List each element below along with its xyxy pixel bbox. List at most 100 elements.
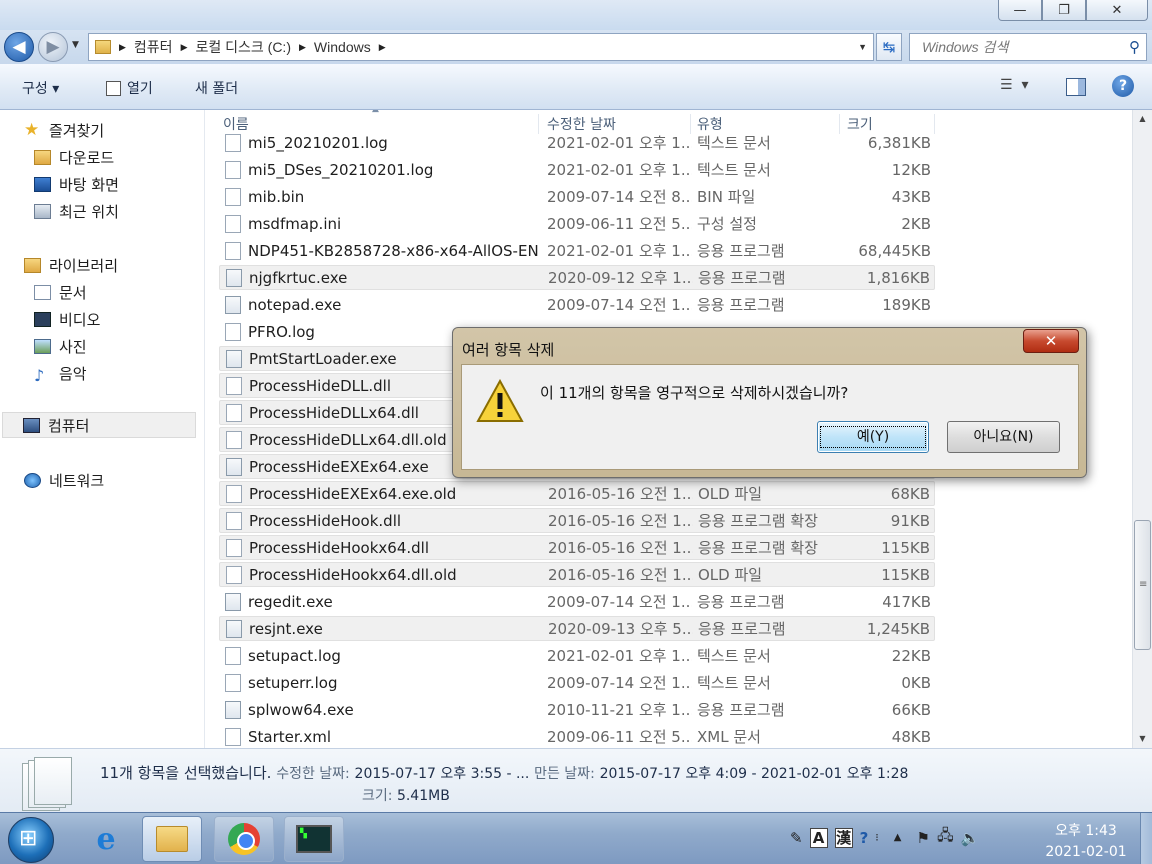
restore-button[interactable]: ❐: [1042, 0, 1086, 21]
hanja-icon[interactable]: 漢: [834, 827, 853, 848]
ime-options-icon[interactable]: ⁝: [875, 831, 879, 844]
table-row[interactable]: ProcessHideHookx64.dll 2016-05-16 오전 1...…: [219, 535, 935, 560]
chevron-right-icon[interactable]: ▶: [119, 42, 126, 53]
nav-desktop[interactable]: 바탕 화면: [34, 171, 119, 197]
nav-label: 즐겨찾기: [49, 121, 105, 140]
table-row[interactable]: ProcessHideHook.dll 2016-05-16 오전 1... 응용 …: [219, 508, 935, 533]
scroll-up-arrow[interactable]: ▲: [1133, 110, 1152, 128]
scroll-thumb[interactable]: ≡: [1134, 520, 1151, 650]
table-row[interactable]: ProcessHideHookx64.dll.old 2016-05-16 오전 …: [219, 562, 935, 587]
scroll-down-arrow[interactable]: ▼: [1133, 730, 1152, 748]
file-stack-layer: [34, 757, 72, 805]
nav-recent[interactable]: 최근 위치: [34, 198, 119, 224]
refresh-button[interactable]: ↹: [876, 33, 902, 61]
action-center-flag-icon[interactable]: ⚑: [916, 829, 929, 847]
address-bar[interactable]: ▶ 컴퓨터 ▶ 로컬 디스크 (C:) ▶ Windows ▶ ▼: [88, 33, 874, 61]
breadcrumb-windows[interactable]: Windows: [314, 39, 371, 55]
yes-button[interactable]: 예(Y): [817, 421, 929, 453]
table-row[interactable]: msdfmap.ini 2009-06-11 오전 5... 구성 설정 2KB: [219, 211, 935, 236]
application-file-icon: [226, 268, 242, 287]
file-icon: [226, 403, 242, 422]
clock[interactable]: 오후 1:43 2021-02-01: [1040, 821, 1132, 863]
volume-icon[interactable]: 🔈: [961, 829, 980, 847]
file-icon: [226, 565, 242, 584]
nav-videos[interactable]: 비디오: [34, 306, 100, 332]
nav-music[interactable]: ♪ 음악: [34, 360, 87, 386]
breadcrumb-computer[interactable]: 컴퓨터: [134, 37, 173, 57]
table-row[interactable]: mi5_20210201.log 2021-02-01 오후 1... 텍스트 문서…: [219, 130, 935, 155]
new-folder-button[interactable]: 새 폴더: [195, 78, 238, 98]
table-row[interactable]: njgfkrtuc.exe 2020-09-12 오후 1... 응용 프로그램 1,…: [219, 265, 935, 290]
nav-network[interactable]: 네트워크: [24, 467, 104, 493]
chevron-right-icon[interactable]: ▶: [379, 42, 386, 53]
address-dropdown-icon[interactable]: ▼: [858, 42, 867, 52]
table-row[interactable]: mib.bin 2009-07-14 오전 8... BIN 파일 43KB: [219, 184, 935, 209]
table-row[interactable]: resjnt.exe 2020-09-13 오후 5... 응용 프로그램 1,245…: [219, 616, 935, 641]
modified-label: 수정한 날짜:: [276, 766, 350, 782]
table-row[interactable]: regedit.exe 2009-07-14 오전 1... 응용 프로그램 417K…: [219, 589, 935, 614]
file-name: ProcessHideEXEx64.exe.old: [249, 484, 457, 503]
table-row[interactable]: notepad.exe 2009-07-14 오전 1... 응용 프로그램 189K…: [219, 292, 935, 317]
nav-computer[interactable]: 컴퓨터: [2, 412, 196, 438]
application-file-icon: [225, 295, 241, 314]
taskbar-chrome-button[interactable]: [214, 816, 274, 862]
dialog-body: 이 11개의 항목을 영구적으로 삭제하시겠습니까? 예(Y) 아니요(N): [461, 364, 1079, 470]
file-type: XML 문서: [697, 728, 761, 746]
search-icon[interactable]: ⚲: [1129, 38, 1140, 56]
table-row[interactable]: Starter.xml 2009-06-11 오전 5... XML 문서 48KB: [219, 724, 935, 748]
minimize-button[interactable]: —: [998, 0, 1042, 21]
help-icon[interactable]: ?: [1112, 75, 1134, 97]
breadcrumb-local-disk[interactable]: 로컬 디스크 (C:): [195, 37, 291, 57]
start-button[interactable]: ⊞: [8, 817, 54, 863]
close-button[interactable]: ✕: [1086, 0, 1148, 21]
language-bar-icon[interactable]: ✎: [790, 829, 803, 847]
table-row[interactable]: setuperr.log 2009-07-14 오전 1... 텍스트 문서 0KB: [219, 670, 935, 695]
file-type: 텍스트 문서: [697, 161, 771, 179]
search-input[interactable]: Windows 검색 ⚲: [909, 33, 1147, 61]
back-button[interactable]: ◀: [4, 32, 34, 62]
file-icon: [226, 511, 242, 530]
file-type: 응용 프로그램 확장: [698, 512, 818, 530]
nav-favorites[interactable]: ★ 즐겨찾기: [24, 117, 104, 143]
nav-downloads[interactable]: 다운로드: [34, 144, 114, 170]
view-options-icon[interactable]: ☰ ▾: [1000, 77, 1028, 93]
nav-label: 문서: [59, 283, 87, 302]
nav-pictures[interactable]: 사진: [34, 333, 87, 359]
dialog-close-button[interactable]: ✕: [1023, 329, 1079, 353]
table-row[interactable]: setupact.log 2021-02-01 오후 1... 텍스트 문서 22KB: [219, 643, 935, 668]
chevron-right-icon[interactable]: ▶: [181, 42, 188, 53]
table-row[interactable]: ProcessHideEXEx64.exe.old 2016-05-16 오전 1…: [219, 481, 935, 506]
recent-pages-dropdown[interactable]: ▼: [72, 40, 79, 50]
nav-label: 사진: [59, 337, 87, 356]
network-status-icon[interactable]: 🖧: [937, 825, 954, 850]
chrome-icon: [228, 823, 260, 855]
internet-explorer-icon: e: [96, 821, 116, 857]
file-date: 2009-07-14 오전 1...: [547, 593, 692, 611]
chevron-right-icon[interactable]: ▶: [299, 42, 306, 53]
library-icon: [24, 257, 41, 273]
application-file-icon: [226, 457, 242, 476]
file-icon: [225, 214, 241, 233]
organize-button[interactable]: 구성 ▾: [22, 78, 59, 98]
table-row[interactable]: mi5_DSes_20210201.log 2021-02-01 오후 1... 텍…: [219, 157, 935, 182]
show-desktop-button[interactable]: [1140, 813, 1152, 864]
nav-libraries[interactable]: 라이브러리: [24, 252, 118, 278]
vertical-scrollbar[interactable]: ▲ ≡ ▼: [1132, 110, 1152, 748]
show-hidden-icons-chevron[interactable]: ▲: [894, 832, 902, 843]
open-button[interactable]: 열기: [106, 78, 153, 98]
no-button[interactable]: 아니요(N): [947, 421, 1060, 453]
taskbar-explorer-button[interactable]: [142, 816, 202, 862]
table-row[interactable]: NDP451-KB2858728-x86-x64-AllOS-ENU... 202…: [219, 238, 935, 263]
taskbar-ie-button[interactable]: e: [76, 816, 136, 862]
file-size: 189KB: [882, 295, 931, 314]
file-size: 115KB: [881, 565, 930, 584]
file-size: 22KB: [891, 646, 931, 665]
ime-mode-icon[interactable]: A: [809, 827, 828, 848]
ime-help-icon[interactable]: ?: [860, 829, 869, 847]
details-line-1: 11개 항목을 선택했습니다. 수정한 날짜: 2015-07-17 오후 3:…: [100, 762, 908, 783]
table-row[interactable]: splwow64.exe 2010-11-21 오후 1... 응용 프로그램 66K…: [219, 697, 935, 722]
nav-documents[interactable]: 문서: [34, 279, 87, 305]
preview-pane-icon[interactable]: [1066, 78, 1086, 96]
taskbar-app-button[interactable]: ▚: [284, 816, 344, 862]
forward-button[interactable]: ▶: [38, 32, 68, 62]
